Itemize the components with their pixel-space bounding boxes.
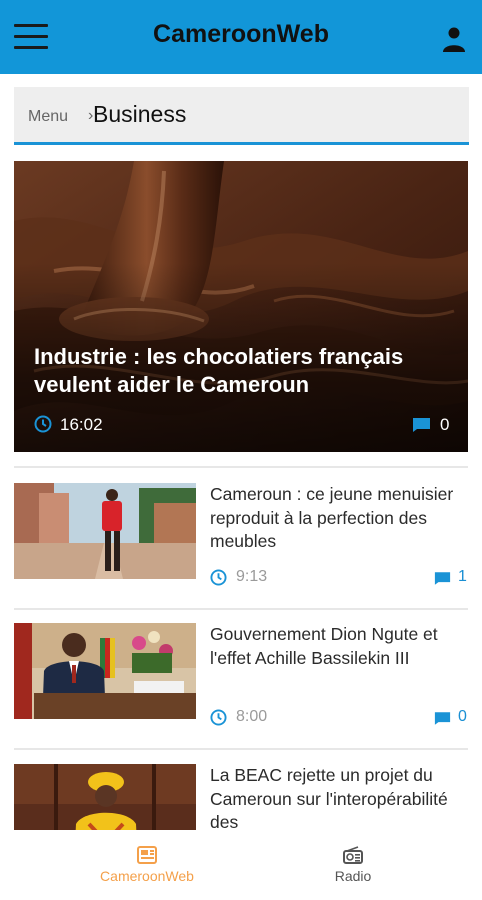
news-icon	[137, 846, 157, 864]
tab-label: CameroonWeb	[100, 868, 194, 884]
comment-icon	[413, 418, 430, 432]
clock-icon	[34, 415, 52, 433]
list-item[interactable]: Cameroun : ce jeune menuisier reproduit …	[14, 483, 468, 591]
divider	[14, 466, 468, 468]
comment-icon	[434, 572, 451, 585]
breadcrumb-menu-link[interactable]: Menu	[28, 108, 68, 126]
tab-label: Radio	[334, 868, 372, 884]
featured-article-time: 16:02	[60, 415, 103, 434]
article-title[interactable]: La BEAC rejette un projet du Cameroun su…	[210, 764, 468, 830]
clock-icon	[210, 569, 227, 586]
tab-cameroonweb[interactable]: CameroonWeb	[47, 830, 247, 900]
article-time: 8:00	[236, 708, 268, 725]
featured-article-comment-count: 0	[440, 415, 450, 434]
clock-icon	[210, 709, 227, 726]
article-thumbnail	[14, 483, 196, 583]
article-title[interactable]: Cameroun : ce jeune menuisier reproduit …	[210, 483, 472, 554]
list-item[interactable]: La BEAC rejette un projet du Cameroun su…	[14, 764, 468, 830]
divider	[14, 748, 468, 750]
featured-image-overlay	[14, 161, 468, 452]
article-thumbnail	[14, 764, 196, 830]
breadcrumb: Menu › Business	[14, 87, 469, 145]
article-thumbnail	[14, 623, 196, 723]
comment-icon	[434, 712, 451, 725]
featured-article-title[interactable]: Industrie : les chocolatiers français ve…	[34, 343, 454, 399]
article-comment-count: 1	[458, 568, 467, 585]
user-account-icon[interactable]	[442, 26, 466, 52]
featured-article[interactable]: Industrie : les chocolatiers français ve…	[14, 161, 468, 452]
divider	[14, 608, 468, 610]
app-bar: CameroonWeb	[0, 0, 482, 74]
radio-icon	[343, 846, 363, 864]
article-time: 9:13	[236, 568, 268, 585]
article-title[interactable]: Gouvernement Dion Ngute et l'effet Achil…	[210, 623, 472, 670]
tab-radio[interactable]: Radio	[253, 830, 453, 900]
breadcrumb-current: Business	[93, 101, 187, 127]
article-comment-count: 0	[458, 708, 467, 725]
bottom-navigation: CameroonWeb Radio	[0, 830, 482, 900]
app-title: CameroonWeb	[153, 20, 329, 48]
list-item[interactable]: Gouvernement Dion Ngute et l'effet Achil…	[14, 623, 468, 731]
